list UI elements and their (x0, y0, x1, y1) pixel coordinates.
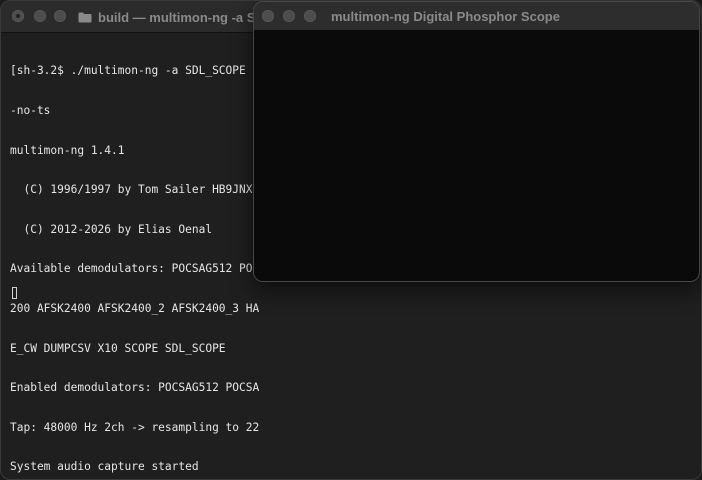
minimize-button[interactable] (34, 10, 46, 22)
scope-window[interactable]: multimon-ng Digital Phosphor Scope (253, 1, 700, 282)
scope-display[interactable] (254, 30, 699, 281)
terminal-line: Tap: 48000 Hz 2ch -> resampling to 22 (10, 420, 260, 434)
folder-icon (78, 12, 92, 22)
close-button[interactable] (12, 10, 24, 22)
terminal-line: System audio capture started (10, 460, 199, 474)
scope-titlebar[interactable]: multimon-ng Digital Phosphor Scope (254, 2, 699, 30)
scope-title: multimon-ng Digital Phosphor Scope (331, 9, 560, 24)
terminal-line: Enabled demodulators: POCSAG512 POCSA (10, 381, 260, 395)
terminal-line: E_CW DUMPCSV X10 SCOPE SDL_SCOPE (10, 341, 226, 355)
zoom-button[interactable] (304, 10, 316, 22)
zoom-button[interactable] (54, 10, 66, 22)
terminal-cursor (12, 287, 17, 299)
minimize-button[interactable] (283, 10, 295, 22)
terminal-line: 200 AFSK2400 AFSK2400_2 AFSK2400_3 HA (10, 301, 260, 315)
desktop: build — multimon-ng -a SDL_SCOPE -a [sh-… (0, 0, 702, 480)
close-button[interactable] (262, 10, 274, 22)
